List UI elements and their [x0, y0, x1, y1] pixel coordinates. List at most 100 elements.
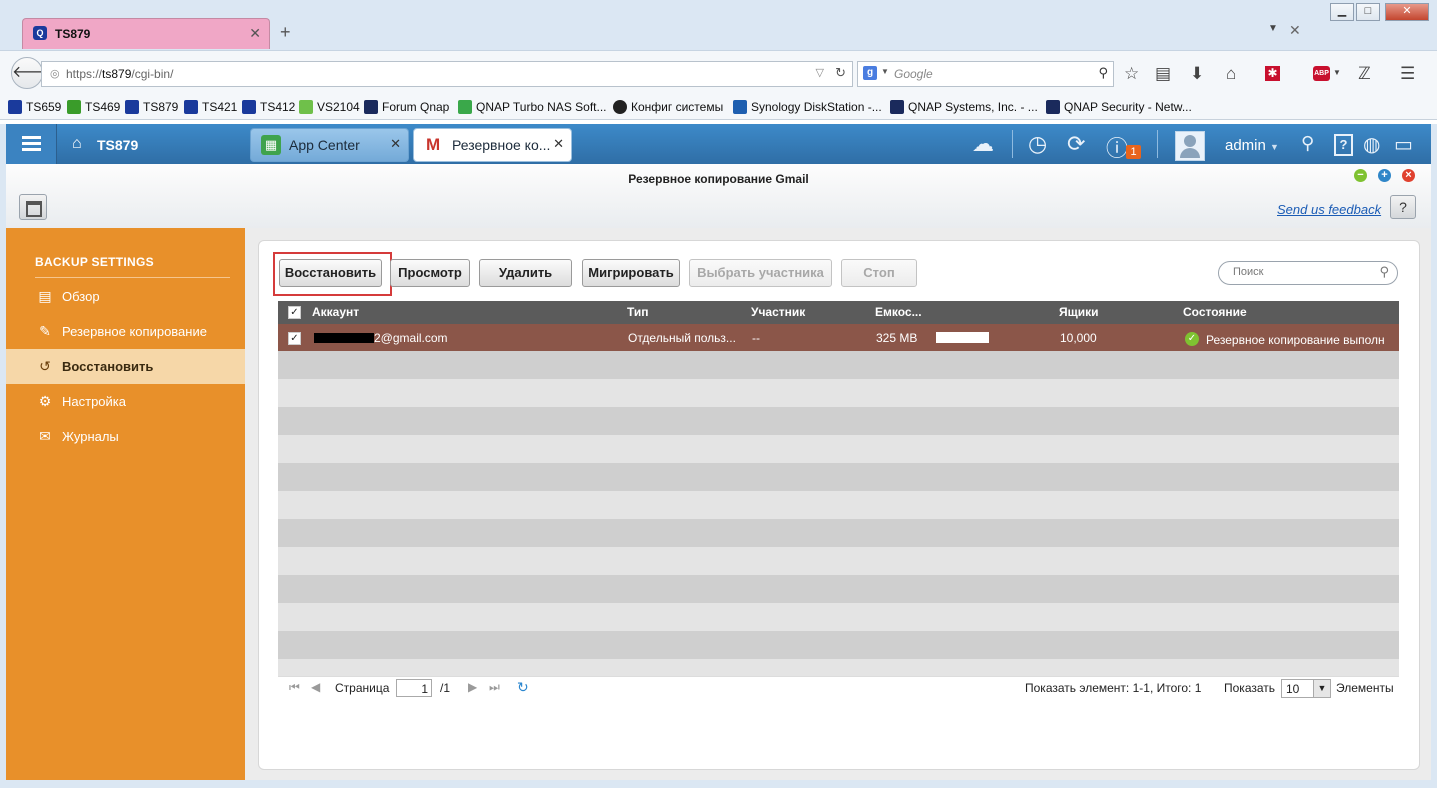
column-header-mailboxes[interactable]: Ящики: [1059, 305, 1099, 319]
grid-search-placeholder: Поиск: [1233, 266, 1264, 278]
column-header-member[interactable]: Участник: [751, 305, 805, 319]
layout-toggle-button[interactable]: [19, 194, 47, 220]
bookmark-item[interactable]: Forum Qnap: [364, 100, 449, 114]
close-icon[interactable]: ×: [1402, 169, 1415, 182]
bookmark-item[interactable]: QNAP Systems, Inc. - ...: [890, 100, 1038, 114]
rss-dropdown-icon[interactable]: ▽: [816, 66, 824, 79]
tab-app-center[interactable]: ▦ App Center ✕: [250, 128, 409, 162]
search-engine-dropdown-icon[interactable]: ▼: [881, 67, 889, 76]
background-tasks-icon[interactable]: ⟳: [1067, 131, 1085, 157]
search-icon[interactable]: ⚲: [1379, 264, 1389, 280]
addon-icon[interactable]: ✱: [1265, 66, 1280, 81]
bookmark-item[interactable]: TS421: [184, 100, 237, 114]
zotero-icon[interactable]: ℤ: [1358, 64, 1371, 84]
row-checkbox[interactable]: ✓: [288, 332, 301, 345]
minimize-button[interactable]: ▁: [1330, 3, 1354, 21]
user-menu[interactable]: admin ▼: [1225, 137, 1279, 154]
logs-icon: ✉: [39, 428, 51, 444]
tab-gmail-backup[interactable]: M Резервное ко... ✕: [413, 128, 572, 162]
new-tab-button[interactable]: +: [280, 22, 291, 43]
column-header-status[interactable]: Состояние: [1183, 305, 1247, 319]
close-icon[interactable]: ✕: [553, 136, 564, 152]
search-icon[interactable]: ⚲: [1301, 133, 1314, 154]
help-button[interactable]: ?: [1390, 195, 1416, 219]
minimize-icon[interactable]: −: [1354, 169, 1367, 182]
main-menu-button[interactable]: [6, 124, 57, 164]
bookmark-item[interactable]: TS659: [8, 100, 61, 114]
window-close-button[interactable]: ✕: [1385, 3, 1429, 21]
reload-icon[interactable]: ↻: [835, 65, 846, 81]
column-header-account[interactable]: Аккаунт: [312, 305, 359, 319]
cell-mailboxes: 10,000: [1060, 331, 1097, 345]
next-page-icon[interactable]: ▶: [468, 680, 477, 694]
maximize-button[interactable]: □: [1356, 3, 1380, 21]
select-all-checkbox[interactable]: ✓: [288, 306, 301, 319]
tab-close-icon[interactable]: ✕: [249, 25, 261, 42]
column-header-type[interactable]: Тип: [627, 305, 649, 319]
gear-icon: ⚙: [38, 393, 52, 409]
per-page-select[interactable]: 10 ▼: [1281, 679, 1331, 698]
send-feedback-link[interactable]: Send us feedback: [1277, 202, 1381, 217]
refresh-icon[interactable]: ↻: [517, 679, 529, 696]
reading-list-icon[interactable]: ▤: [1155, 64, 1171, 84]
cell-member: --: [752, 331, 760, 345]
home-icon[interactable]: ⌂: [72, 135, 82, 153]
migrate-button[interactable]: Мигрировать: [582, 259, 680, 287]
close-icon[interactable]: ✕: [390, 136, 401, 152]
adblock-icon[interactable]: ABP: [1313, 66, 1330, 81]
sidebar-item-label: Журналы: [62, 429, 119, 444]
grid-search-input[interactable]: Поиск ⚲: [1218, 261, 1398, 285]
bookmark-item[interactable]: Synology DiskStation -...: [733, 100, 882, 114]
total-pages: /1: [440, 681, 451, 695]
page-number-input[interactable]: 1: [396, 679, 432, 697]
language-globe-icon[interactable]: ◍: [1363, 132, 1380, 157]
desktop-icon[interactable]: ▭: [1394, 132, 1413, 157]
clock-icon[interactable]: ◷: [1028, 131, 1047, 157]
close-window-tabs-icon[interactable]: ✕: [1289, 22, 1301, 39]
address-bar[interactable]: ◎ https://ts879/cgi-bin/ ▽ ↻: [41, 61, 853, 87]
nas-name[interactable]: TS879: [97, 137, 138, 153]
bookmark-item[interactable]: QNAP Turbo NAS Soft...: [458, 100, 607, 114]
download-icon[interactable]: ⬇: [1190, 64, 1204, 84]
delete-button[interactable]: Удалить: [479, 259, 572, 287]
menu-icon[interactable]: ☰: [1400, 64, 1415, 84]
bookmark-item[interactable]: Конфиг системы: [613, 100, 723, 114]
search-icon[interactable]: ⚲: [1098, 65, 1108, 81]
home-icon[interactable]: ⌂: [1226, 64, 1236, 84]
sidebar-item-restore[interactable]: ↺ Восстановить: [6, 349, 245, 384]
google-icon[interactable]: g: [863, 66, 877, 80]
bookmarks-toolbar: TS659 TS469 TS879 TS421 TS412 VS2104 For…: [0, 97, 1437, 120]
bookmark-favicon-icon: [890, 100, 904, 114]
bookmark-item[interactable]: QNAP Security - Netw...: [1046, 100, 1192, 114]
maximize-icon[interactable]: +: [1378, 169, 1391, 182]
select-member-button[interactable]: Выбрать участника: [689, 259, 832, 287]
browser-search-box[interactable]: g ▼ Google ⚲: [857, 61, 1114, 87]
sidebar-item-backup[interactable]: ✎ Резервное копирование: [6, 314, 245, 349]
chevron-down-icon: ▼: [1270, 142, 1279, 152]
prev-page-icon[interactable]: ◀: [311, 680, 320, 694]
column-header-capacity[interactable]: Емкос...: [875, 305, 922, 319]
bookmark-star-icon[interactable]: ☆: [1124, 64, 1139, 84]
sidebar-item-overview[interactable]: ▤ Обзор: [6, 279, 245, 314]
cloud-icon[interactable]: ☁: [972, 131, 994, 157]
sidebar-item-settings[interactable]: ⚙ Настройка: [6, 384, 245, 419]
first-page-icon[interactable]: ⏮: [289, 680, 300, 695]
bookmark-favicon-icon: [458, 100, 472, 114]
bookmark-item[interactable]: TS412: [242, 100, 295, 114]
back-button[interactable]: 🡐: [11, 57, 55, 89]
view-button[interactable]: Просмотр: [390, 259, 470, 287]
info-icon[interactable]: ⓘ: [1106, 131, 1128, 163]
overview-icon: ▤: [38, 288, 52, 304]
bookmark-item[interactable]: TS469: [67, 100, 120, 114]
bookmark-item[interactable]: TS879: [125, 100, 178, 114]
sidebar-item-logs[interactable]: ✉ Журналы: [6, 419, 245, 454]
stop-button[interactable]: Стоп: [841, 259, 917, 287]
browser-tab[interactable]: Q TS879 ✕: [22, 18, 270, 49]
help-icon[interactable]: ?: [1334, 134, 1353, 156]
adblock-dropdown-icon[interactable]: ▼: [1333, 68, 1341, 77]
bookmark-item[interactable]: VS2104: [299, 100, 360, 114]
tab-list-icon[interactable]: ▼: [1268, 23, 1278, 34]
avatar[interactable]: [1175, 131, 1205, 161]
last-page-icon[interactable]: ⏭: [489, 680, 500, 695]
bookmark-favicon-icon: [242, 100, 256, 114]
